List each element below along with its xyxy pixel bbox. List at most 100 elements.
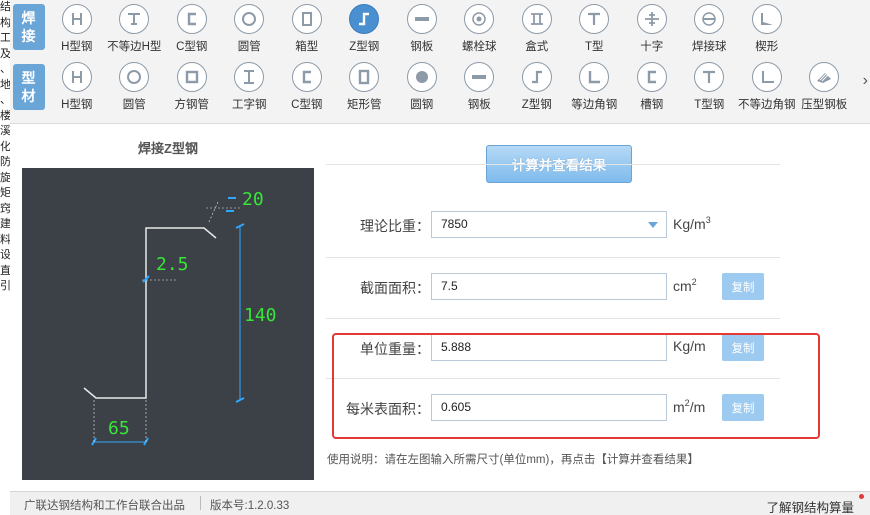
weld-tool-9[interactable]: 盒式 bbox=[508, 2, 566, 58]
profile-tool-4[interactable]: 工字钢 bbox=[221, 60, 279, 116]
weld-tool-label: C型钢 bbox=[176, 41, 208, 53]
weld-tool-10[interactable]: T型 bbox=[566, 2, 624, 58]
z-profile-outline bbox=[83, 227, 217, 399]
edge-char: 工 bbox=[0, 32, 10, 44]
weld-tool-label: 盒式 bbox=[525, 41, 549, 53]
weld-tool-label: 十字 bbox=[640, 41, 664, 53]
section-diagram[interactable]: 20 2.5 140 65 bbox=[22, 168, 314, 480]
edge-text-strip: 结构工及、地、楼溪化防旋矩窍建料设直引 bbox=[0, 0, 10, 515]
edge-char: 地 bbox=[0, 78, 10, 91]
weld-tool-label: 圆管 bbox=[237, 41, 261, 53]
weld-tool-2[interactable]: 不等边H型 bbox=[106, 2, 164, 58]
profile-tool-label: 工字钢 bbox=[232, 99, 267, 111]
section-toolbar: 焊接 型材 H型钢 不等边H型 C型钢 圆管 箱型 Z型钢 钢板 螺栓球 盒式 T型 十字 焊接球 楔形… bbox=[10, 0, 870, 124]
channel-icon bbox=[636, 62, 667, 92]
dim-height-value[interactable]: 140 bbox=[244, 305, 277, 326]
area-output[interactable]: 7.5 bbox=[431, 273, 667, 300]
profile-tool-1[interactable]: H型钢 bbox=[48, 60, 106, 116]
profiled-sheet-icon bbox=[809, 62, 840, 92]
profile-tool-label: C型钢 bbox=[291, 99, 323, 111]
category-profile-badge[interactable]: 型材 bbox=[13, 64, 45, 110]
square-tube-icon bbox=[176, 62, 207, 92]
weld-tool-label: T型 bbox=[584, 41, 604, 53]
welded-ball-icon bbox=[694, 4, 725, 34]
weld-tool-4[interactable]: 圆管 bbox=[221, 2, 279, 58]
chevron-right-icon[interactable]: › bbox=[863, 72, 868, 90]
density-value: 7850 bbox=[441, 217, 468, 231]
edge-char: 窍 bbox=[0, 202, 10, 215]
edge-char: 料 bbox=[0, 233, 10, 246]
profile-tool-7[interactable]: 圆钢 bbox=[393, 60, 451, 116]
profile-tool-11[interactable]: 槽钢 bbox=[623, 60, 681, 116]
profile-tool-label: Z型钢 bbox=[521, 99, 552, 111]
weld-tool-12[interactable]: 焊接球 bbox=[681, 2, 739, 58]
chevron-down-icon[interactable] bbox=[648, 222, 658, 228]
profile-tool-label: T型钢 bbox=[694, 99, 725, 111]
copy-area-button[interactable]: 复制 bbox=[722, 273, 764, 300]
density-select[interactable]: 7850 bbox=[431, 211, 667, 238]
profile-tool-label: 槽钢 bbox=[640, 99, 664, 111]
category-weld-badge[interactable]: 焊接 bbox=[13, 4, 45, 50]
weld-tool-row: H型钢 不等边H型 C型钢 圆管 箱型 Z型钢 钢板 螺栓球 盒式 T型 十字 焊接球 楔形 bbox=[48, 2, 796, 60]
edge-char: 防 bbox=[0, 156, 10, 168]
density-row: 理论比重： 7850 Kg/m3 bbox=[326, 208, 780, 242]
weld-tool-5[interactable]: 箱型 bbox=[278, 2, 336, 58]
profile-tool-label: H型钢 bbox=[61, 99, 93, 111]
profile-tool-13[interactable]: 不等边角钢 bbox=[738, 60, 796, 116]
z-section-drawing: 20 2.5 140 65 bbox=[83, 189, 277, 446]
box-section-icon bbox=[291, 4, 322, 34]
area-label: 截面面积： bbox=[360, 280, 430, 296]
edge-char: 、 bbox=[0, 94, 10, 106]
equal-angle-icon bbox=[579, 62, 610, 92]
dim-top-value[interactable]: 20 bbox=[242, 189, 264, 210]
diagram-title: 焊接Z型钢 bbox=[138, 141, 198, 156]
weld-tool-label: 箱型 bbox=[295, 41, 319, 53]
profile-tool-9[interactable]: Z型钢 bbox=[508, 60, 566, 116]
divider bbox=[326, 164, 780, 165]
weld-tool-13[interactable]: 楔形 bbox=[738, 2, 796, 58]
round-pipe-icon bbox=[234, 4, 265, 34]
weld-tool-3[interactable]: C型钢 bbox=[163, 2, 221, 58]
steel-plate-icon bbox=[406, 4, 437, 34]
profile-tool-8[interactable]: 钢板 bbox=[451, 60, 509, 116]
top-leader-line bbox=[207, 201, 219, 225]
weld-tool-8[interactable]: 螺栓球 bbox=[451, 2, 509, 58]
weld-tool-11[interactable]: 十字 bbox=[623, 2, 681, 58]
profile-tool-label: 矩形管 bbox=[347, 99, 382, 111]
profile-tool-label: 等边角钢 bbox=[571, 99, 618, 111]
profile-tool-10[interactable]: 等边角钢 bbox=[566, 60, 624, 116]
weld-tool-1[interactable]: H型钢 bbox=[48, 2, 106, 58]
edge-char: 楼 bbox=[0, 109, 10, 122]
usage-note: 使用说明：请在左图输入所需尺寸(单位mm)，再点击【计算并查看结果】 bbox=[327, 454, 699, 466]
profile-tool-3[interactable]: 方钢管 bbox=[163, 60, 221, 116]
density-label: 理论比重： bbox=[360, 218, 430, 234]
t-section-icon bbox=[579, 4, 610, 34]
learn-more-link[interactable]: 了解钢结构算量 bbox=[766, 497, 854, 515]
rect-tube-icon bbox=[349, 62, 380, 92]
profile-tool-12[interactable]: T型钢 bbox=[681, 60, 739, 116]
edge-char: 直 bbox=[0, 264, 10, 277]
notification-dot bbox=[859, 494, 864, 499]
round-pipe-icon bbox=[119, 62, 150, 92]
profile-tool-14[interactable]: 压型钢板 bbox=[796, 60, 854, 116]
density-unit: Kg/m3 bbox=[673, 215, 711, 232]
area-unit: cm2 bbox=[673, 277, 697, 294]
profile-tool-label: 压型钢板 bbox=[801, 99, 848, 111]
edge-char: 引 bbox=[0, 280, 10, 292]
footer-version: 版本号:1.2.0.33 bbox=[210, 500, 290, 512]
edge-char: 矩 bbox=[0, 187, 10, 199]
weld-tool-label: 螺栓球 bbox=[462, 41, 497, 53]
c-channel-icon bbox=[291, 62, 322, 92]
weld-tool-7[interactable]: 钢板 bbox=[393, 2, 451, 58]
dim-thickness-value[interactable]: 2.5 bbox=[156, 254, 189, 275]
edge-char: 及 bbox=[0, 47, 10, 60]
round-bar-icon bbox=[406, 62, 437, 92]
edge-char: 旋 bbox=[0, 171, 10, 184]
profile-tool-2[interactable]: 圆管 bbox=[106, 60, 164, 116]
profile-tool-6[interactable]: 矩形管 bbox=[336, 60, 394, 116]
weld-tool-6[interactable]: Z型钢 bbox=[336, 2, 394, 58]
dim-width-value[interactable]: 65 bbox=[108, 418, 130, 439]
steel-plate-icon bbox=[464, 62, 495, 92]
profile-tool-5[interactable]: C型钢 bbox=[278, 60, 336, 116]
h-beam-icon bbox=[61, 62, 92, 92]
